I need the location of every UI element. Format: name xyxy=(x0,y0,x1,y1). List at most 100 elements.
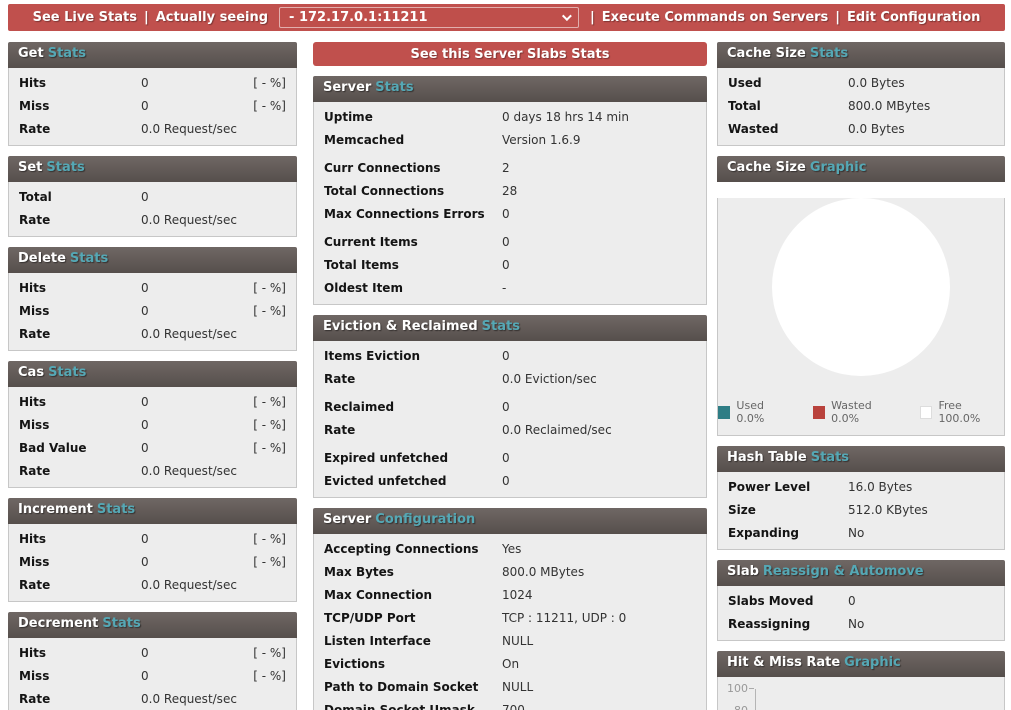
panel-delete-stats: DeleteStatsHits0[ - %]Miss0[ - %]Rate0.0… xyxy=(8,247,297,351)
stat-row: ExpandingNo xyxy=(728,522,994,545)
stat-label: Miss xyxy=(19,303,141,320)
stat-value: 0 xyxy=(141,280,253,297)
stat-row: Hits0[ - %] xyxy=(19,72,286,95)
panel-increment-stats: IncrementStatsHits0[ - %]Miss0[ - %]Rate… xyxy=(8,498,297,602)
stat-value: No xyxy=(848,616,994,633)
stat-value: 28 xyxy=(502,183,696,200)
panel-title-accent: Stats xyxy=(102,616,140,631)
separator: | xyxy=(144,10,149,25)
pie-legend: Used 0.0%Wasted 0.0%Free 100.0% xyxy=(718,399,1004,425)
panel-hash-table-stats: Hash Table Stats Power Level16.0 BytesSize… xyxy=(717,446,1005,550)
stat-group: Current Items0Total Items0Oldest Item- xyxy=(324,231,696,300)
stat-value: 0 xyxy=(141,645,253,662)
stat-label: Oldest Item xyxy=(324,280,502,297)
stat-label: Evictions xyxy=(324,656,502,673)
stat-group: Used0.0 BytesTotal800.0 MBytesWasted0.0 … xyxy=(728,72,994,141)
stat-value: 800.0 MBytes xyxy=(502,564,696,581)
legend-item: Used 0.0% xyxy=(718,399,793,425)
panel-body: Power Level16.0 BytesSize512.0 KBytesExp… xyxy=(717,472,1005,550)
stat-value: 0.0 Bytes xyxy=(848,75,994,92)
panel-title: Server xyxy=(323,80,371,95)
stat-label: Current Items xyxy=(324,234,502,251)
stat-percent: [ - %] xyxy=(253,303,286,320)
stat-value: Yes xyxy=(502,541,696,558)
stat-value: Version 1.6.9 xyxy=(502,132,696,149)
stat-row: Uptime0 days 18 hrs 14 min xyxy=(324,106,696,129)
stat-label: Miss xyxy=(19,417,141,434)
stat-value: TCP : 11211, UDP : 0 xyxy=(502,610,696,627)
stat-label: Rate xyxy=(19,326,141,343)
stat-value: 0 xyxy=(141,303,253,320)
stat-value: 0 xyxy=(141,98,253,115)
stat-label: Rate xyxy=(324,371,502,388)
stat-group: Hits0[ - %]Miss0[ - %]Rate0.0 Request/se… xyxy=(19,277,286,346)
stat-row: Rate0.0 Request/sec xyxy=(19,574,286,597)
see-server-slabs-stats-button[interactable]: See this Server Slabs Stats xyxy=(313,42,707,66)
stat-label: Path to Domain Socket xyxy=(324,679,502,696)
stat-label: Miss xyxy=(19,554,141,571)
stat-row: Max Connection1024 xyxy=(324,584,696,607)
see-live-stats-link[interactable]: See Live Stats xyxy=(33,10,137,25)
y-axis-label: 100 xyxy=(718,683,748,695)
panel-body: Hits0[ - %]Miss0[ - %]Rate0.0 Request/se… xyxy=(8,638,297,710)
stat-label: Rate xyxy=(324,422,502,439)
stat-label: Hits xyxy=(19,75,141,92)
stat-label: Total Items xyxy=(324,257,502,274)
stat-group: Accepting ConnectionsYesMax Bytes800.0 M… xyxy=(324,538,696,710)
stat-row: Rate0.0 Eviction/sec xyxy=(324,368,696,391)
content-columns: GetStatsHits0[ - %]Miss0[ - %]Rate0.0 Re… xyxy=(0,31,1011,710)
stat-row: Miss0[ - %] xyxy=(19,414,286,437)
panel-title-accent: Stats xyxy=(375,80,413,95)
stat-label: Rate xyxy=(19,463,141,480)
stat-row: Rate0.0 Request/sec xyxy=(19,118,286,141)
stat-value: 0 xyxy=(502,348,696,365)
stat-percent: [ - %] xyxy=(253,417,286,434)
stat-label: Listen Interface xyxy=(324,633,502,650)
panel-title: Cache Size xyxy=(727,160,806,175)
server-select[interactable]: - 172.17.0.1:11211 xyxy=(279,7,579,28)
panel-title-accent: Stats xyxy=(811,450,849,465)
execute-commands-link[interactable]: Execute Commands on Servers xyxy=(602,10,829,25)
stat-value: 0.0 Request/sec xyxy=(141,326,286,343)
stat-value: 0 xyxy=(848,593,994,610)
stat-value: No xyxy=(848,525,994,542)
chevron-down-icon xyxy=(562,11,572,21)
panel-body: Used 0.0%Wasted 0.0%Free 100.0% xyxy=(717,198,1005,436)
stat-value: NULL xyxy=(502,679,696,696)
stat-value: 0 xyxy=(141,668,253,685)
stat-value: 0.0 Request/sec xyxy=(141,212,286,229)
panel-body: Accepting ConnectionsYesMax Bytes800.0 M… xyxy=(313,534,707,710)
stat-value: 0.0 Request/sec xyxy=(141,577,286,594)
edit-configuration-link[interactable]: Edit Configuration xyxy=(847,10,980,25)
stat-row: Total Items0 xyxy=(324,254,696,277)
panel-title-accent: Reassign & Automove xyxy=(763,564,924,579)
stat-label: Max Connection xyxy=(324,587,502,604)
panel-title-accent: Stats xyxy=(48,46,86,61)
left-column: GetStatsHits0[ - %]Miss0[ - %]Rate0.0 Re… xyxy=(8,42,297,710)
stat-label: Domain Socket Umask xyxy=(324,702,502,710)
stat-row: Total0 xyxy=(19,186,286,209)
stat-group: Curr Connections2Total Connections28Max … xyxy=(324,157,696,226)
stat-row: Bad Value0[ - %] xyxy=(19,437,286,460)
stat-value: On xyxy=(502,656,696,673)
stat-row: Rate0.0 Request/sec xyxy=(19,460,286,483)
panel-cache-size-graphic: Cache Size Graphic Used 0.0%Wasted 0.0%Fre… xyxy=(717,156,1005,436)
stat-group: Uptime0 days 18 hrs 14 min MemcachedVersi… xyxy=(324,106,696,152)
stat-value: NULL xyxy=(502,633,696,650)
panel-title: Hash Table xyxy=(727,450,807,465)
stat-value: 1024 xyxy=(502,587,696,604)
stat-percent: [ - %] xyxy=(253,440,286,457)
stat-label: Size xyxy=(728,502,848,519)
panel-title-accent: Graphic xyxy=(810,160,867,175)
stat-row: Evicted unfetched0 xyxy=(324,470,696,493)
stat-row: Rate0.0 Request/sec xyxy=(19,209,286,232)
panel-header-increment-stats: IncrementStats xyxy=(8,498,297,524)
stat-label: Memcached xyxy=(324,132,502,149)
stat-row: Miss0[ - %] xyxy=(19,300,286,323)
panel-header-server-stats: Server Stats xyxy=(313,76,707,102)
stat-label: Evicted unfetched xyxy=(324,473,502,490)
stat-group: Reclaimed0Rate0.0 Reclaimed/sec xyxy=(324,396,696,442)
stat-label: Wasted xyxy=(728,121,848,138)
panel-get-stats: GetStatsHits0[ - %]Miss0[ - %]Rate0.0 Re… xyxy=(8,42,297,146)
stat-row: Wasted0.0 Bytes xyxy=(728,118,994,141)
